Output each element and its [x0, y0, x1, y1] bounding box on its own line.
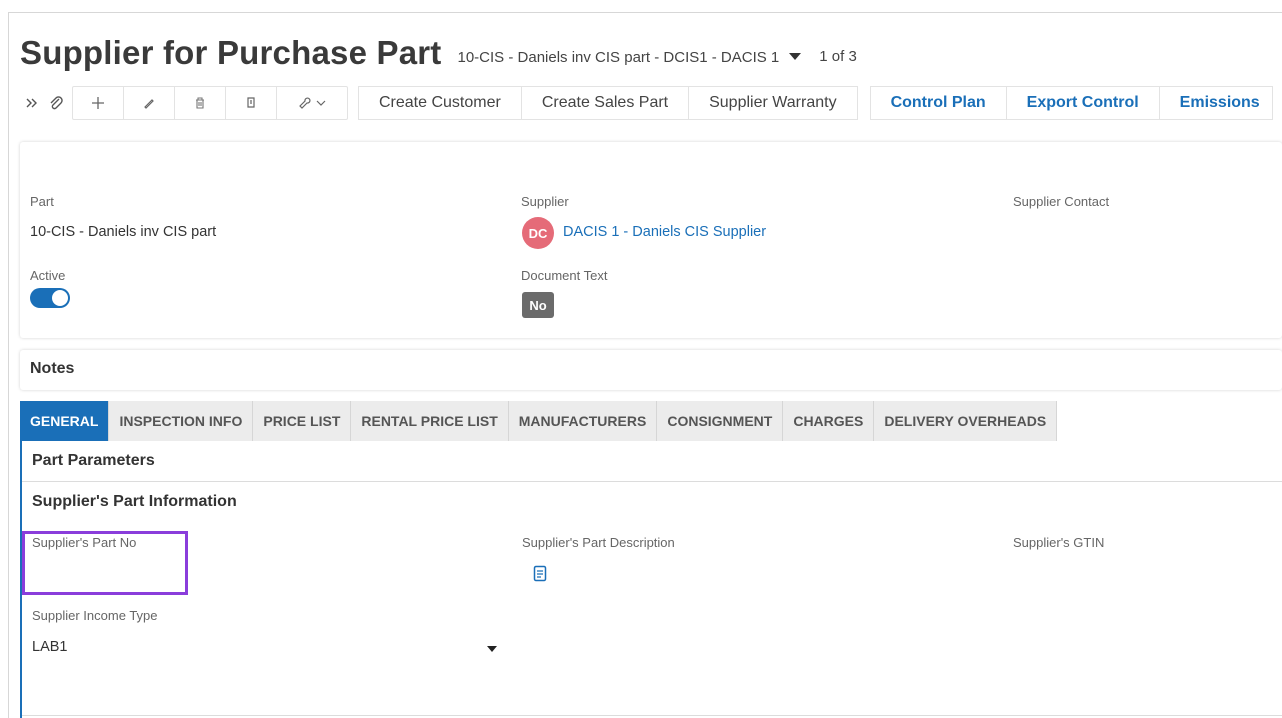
- supplier-part-description-label: Supplier's Part Description: [522, 535, 675, 550]
- create-customer-button[interactable]: Create Customer: [359, 87, 522, 119]
- supplier-label: Supplier: [521, 194, 569, 209]
- supplier-gtin-label: Supplier's GTIN: [1013, 535, 1105, 550]
- supplier-part-no-label: Supplier's Part No: [32, 535, 137, 550]
- chevron-down-icon[interactable]: [487, 646, 497, 652]
- copy-button[interactable]: [226, 87, 277, 119]
- part-label: Part: [30, 194, 54, 209]
- record-count: 1 of 3: [819, 47, 857, 65]
- toggle-knob: [52, 290, 68, 306]
- tab-bar: GENERAL INSPECTION INFO PRICE LIST RENTA…: [20, 401, 1058, 441]
- notes-title: Notes: [30, 360, 75, 377]
- create-sales-part-button[interactable]: Create Sales Part: [522, 87, 690, 119]
- active-label: Active: [30, 268, 66, 283]
- record-dropdown-icon[interactable]: [789, 52, 802, 60]
- tab-charges[interactable]: CHARGES: [783, 401, 875, 441]
- tab-rental-price-list[interactable]: RENTAL PRICE LIST: [351, 401, 509, 441]
- tab-price-list[interactable]: PRICE LIST: [253, 401, 352, 441]
- supplier-income-type-label: Supplier Income Type: [32, 608, 158, 623]
- copy-icon: [247, 97, 255, 108]
- edit-button[interactable]: [124, 87, 175, 119]
- emissions-link[interactable]: Emissions: [1160, 87, 1272, 119]
- page-left-border: [8, 12, 9, 718]
- tab-consignment[interactable]: CONSIGNMENT: [657, 401, 784, 441]
- supplier-contact-label: Supplier Contact: [1013, 194, 1110, 209]
- content-bottom-border: [22, 715, 1282, 716]
- tools-icon: [299, 97, 326, 109]
- supplier-part-info-header[interactable]: Supplier's Part Information: [32, 493, 237, 511]
- supplier-warranty-button[interactable]: Supplier Warranty: [689, 87, 856, 119]
- record-actions-group: [72, 86, 348, 120]
- tab-delivery-overheads[interactable]: DELIVERY OVERHEADS: [874, 401, 1058, 441]
- page-title: Supplier for Purchase Part: [20, 34, 442, 71]
- title-row: Supplier for Purchase Part 10-CIS - Dani…: [20, 30, 857, 76]
- tools-menu-button[interactable]: [277, 87, 347, 119]
- general-tab-content: Part Parameters Supplier's Part Informat…: [20, 441, 1282, 718]
- command-group: Create Customer Create Sales Part Suppli…: [358, 86, 858, 120]
- page-top-border: [8, 12, 1282, 13]
- expand-icon[interactable]: [20, 86, 44, 120]
- navigation-links-group: Control Plan Export Control Emissions: [869, 86, 1273, 120]
- attachment-icon[interactable]: [44, 86, 68, 120]
- toolbar: Create Customer Create Sales Part Suppli…: [20, 86, 1273, 120]
- record-selector[interactable]: 10-CIS - Daniels inv CIS part - DCIS1 - …: [458, 49, 780, 66]
- active-toggle[interactable]: [30, 288, 70, 308]
- notes-section[interactable]: Notes: [20, 350, 1282, 390]
- control-plan-link[interactable]: Control Plan: [871, 87, 1007, 119]
- document-text-label: Document Text: [521, 268, 608, 283]
- delete-button[interactable]: [175, 87, 226, 119]
- add-button[interactable]: [73, 87, 124, 119]
- supplier-income-type-select[interactable]: LAB1: [32, 639, 67, 655]
- part-parameters-header[interactable]: Part Parameters: [32, 452, 155, 470]
- export-control-link[interactable]: Export Control: [1007, 87, 1160, 119]
- tab-inspection-info[interactable]: INSPECTION INFO: [109, 401, 254, 441]
- document-icon[interactable]: [533, 565, 547, 582]
- document-text-badge[interactable]: No: [522, 292, 554, 318]
- edit-icon: [144, 99, 154, 109]
- avatar: DC: [522, 217, 554, 249]
- section-divider: [22, 481, 1282, 482]
- delete-icon: [196, 97, 204, 109]
- tab-manufacturers[interactable]: MANUFACTURERS: [508, 401, 658, 441]
- add-icon: [92, 97, 104, 109]
- supplier-link[interactable]: DACIS 1 - Daniels CIS Supplier: [563, 224, 766, 240]
- part-value: 10-CIS - Daniels inv CIS part: [30, 224, 217, 240]
- header-info-card: Part 10-CIS - Daniels inv CIS part Activ…: [20, 142, 1282, 338]
- tab-general[interactable]: GENERAL: [20, 401, 110, 441]
